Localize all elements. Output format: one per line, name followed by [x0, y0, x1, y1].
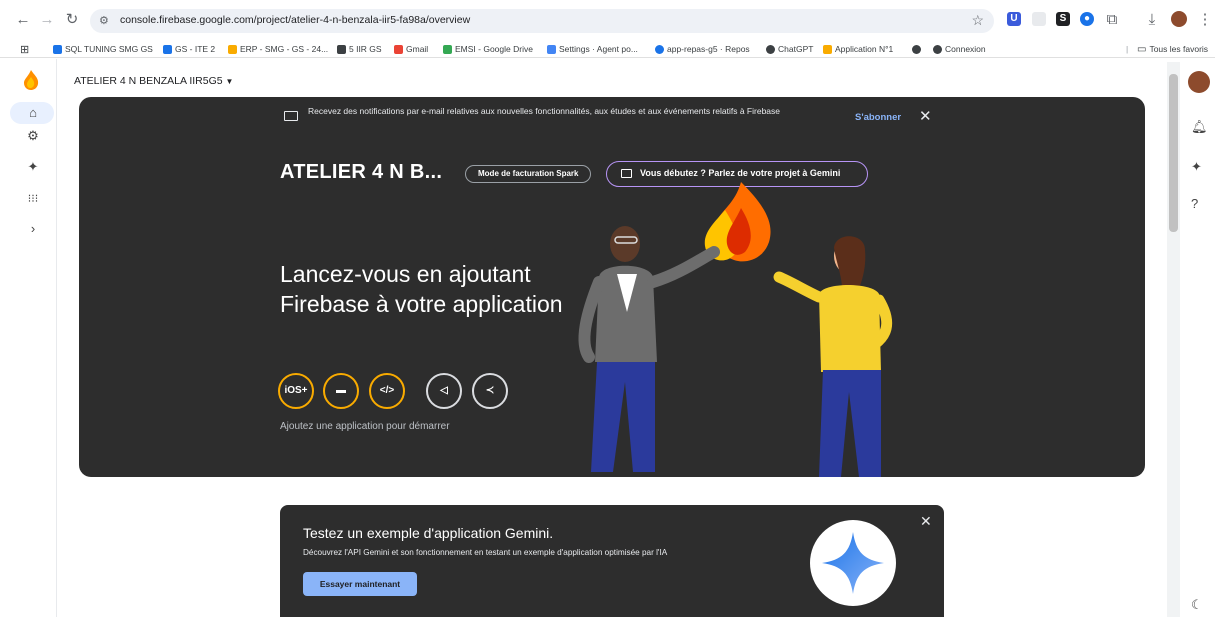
page-scrollbar[interactable]: [1167, 62, 1180, 617]
url-text[interactable]: console.firebase.google.com/project/atel…: [120, 14, 470, 26]
card-description: Découvrez l'API Gemini et son fonctionne…: [303, 548, 668, 557]
apps-grid-icon[interactable]: ⊞: [20, 42, 29, 56]
gemini-sample-app-card: Testez un exemple d'application Gemini. …: [280, 505, 944, 617]
extension-icon[interactable]: [1032, 12, 1046, 26]
home-icon[interactable]: ⌂: [21, 103, 45, 123]
menu-kebab-icon[interactable]: ⋮: [1196, 11, 1214, 29]
separator: |: [1126, 44, 1129, 54]
web-icon[interactable]: </>: [369, 373, 405, 409]
hero-banner: Recevez des notifications par e-mail rel…: [79, 97, 1145, 477]
profile-avatar[interactable]: [1171, 11, 1187, 27]
console-right-rail: 🔔︎ ✦ ? ☾: [1180, 59, 1215, 617]
card-title: Testez un exemple d'application Gemini.: [303, 525, 554, 541]
man-illustration: [578, 226, 720, 472]
close-icon[interactable]: ✕: [920, 513, 932, 530]
gemini-star-icon: [822, 532, 884, 594]
bookmark-item[interactable]: SQL TUNING SMG GS: [53, 42, 153, 56]
bookmark-item[interactable]: Connexion: [933, 42, 986, 56]
folder-icon: ▭: [1137, 43, 1147, 55]
back-arrow-icon[interactable]: ←: [14, 11, 32, 29]
gemini-sparkle-icon[interactable]: ✦: [21, 157, 45, 177]
bookmark-item[interactable]: [912, 42, 924, 56]
bookmark-item[interactable]: Application N°1: [823, 42, 893, 56]
notifications-bell-icon[interactable]: 🔔︎: [1191, 119, 1208, 135]
settings-gear-icon[interactable]: ⚙: [21, 126, 45, 146]
billing-plan-chip[interactable]: Mode de facturation Spark: [465, 165, 592, 183]
download-icon[interactable]: ⤓: [1143, 11, 1161, 29]
project-title: ATELIER 4 N B...: [280, 161, 443, 183]
woman-illustration: [773, 236, 893, 477]
unity-icon[interactable]: ◁: [426, 373, 462, 409]
subscribe-link[interactable]: S'abonner: [855, 112, 901, 123]
expand-chevron-icon[interactable]: ›: [21, 219, 45, 239]
s-extension-icon[interactable]: S: [1056, 12, 1070, 26]
browser-toolbar: ← → ↻ ⚙ console.firebase.google.com/proj…: [0, 0, 1215, 40]
project-selector[interactable]: ATELIER 4 N BENZALA IIR5G5 ▼: [74, 75, 233, 87]
bookmark-item[interactable]: ChatGPT: [766, 42, 813, 56]
flutter-icon[interactable]: ≺: [472, 373, 508, 409]
ios-icon[interactable]: iOS+: [278, 373, 314, 409]
bookmark-item[interactable]: 5 IIR GS: [337, 42, 382, 56]
mail-icon: [284, 111, 298, 121]
try-now-button[interactable]: Essayer maintenant: [303, 572, 417, 596]
circle-extension-icon[interactable]: ●: [1080, 12, 1094, 26]
bookmark-item[interactable]: Settings · Agent po...: [547, 42, 638, 56]
products-grid-icon[interactable]: ⁝⁝⁝: [21, 189, 45, 209]
android-icon[interactable]: ▬: [323, 373, 359, 409]
account-avatar[interactable]: [1188, 71, 1210, 93]
close-icon[interactable]: ✕: [919, 107, 932, 125]
console-topbar: ATELIER 4 N BENZALA IIR5G5 ▼: [57, 59, 1167, 97]
bookmark-item[interactable]: GS - ITE 2: [163, 42, 215, 56]
bookmarks-bar: ⊞ SQL TUNING SMG GS GS - ITE 2 ERP - SMG…: [0, 40, 1215, 58]
notification-text: Recevez des notifications par e-mail rel…: [308, 106, 781, 116]
email-notification-banner: Recevez des notifications par e-mail rel…: [284, 105, 844, 141]
site-info-icon[interactable]: ⚙: [99, 14, 109, 27]
bookmark-star-icon[interactable]: ☆: [971, 12, 984, 29]
scrollbar-thumb[interactable]: [1169, 74, 1178, 232]
help-icon[interactable]: ?: [1191, 196, 1198, 211]
bookmark-item[interactable]: app-repas-g5 · Repos: [655, 42, 750, 56]
puzzle-extensions-icon[interactable]: ⧉: [1103, 11, 1121, 29]
bookmark-item[interactable]: EMSI - Google Drive: [443, 42, 533, 56]
forward-arrow-icon[interactable]: →: [38, 11, 56, 29]
chat-spark-icon: [621, 169, 632, 178]
reload-icon[interactable]: ↻: [63, 11, 81, 29]
gemini-sparkle-icon[interactable]: ✦: [1191, 159, 1202, 175]
all-bookmarks-folder[interactable]: ▭ Tous les favoris: [1137, 42, 1208, 56]
gemini-logo-badge: [810, 520, 896, 606]
shield-extension-icon[interactable]: U: [1007, 12, 1021, 26]
bookmark-item[interactable]: ERP - SMG - GS - 24...: [228, 42, 328, 56]
chevron-down-icon: ▼: [225, 77, 234, 86]
firebase-logo-icon[interactable]: [22, 69, 40, 96]
dark-mode-moon-icon[interactable]: ☾: [1191, 597, 1203, 613]
address-bar[interactable]: ⚙ console.firebase.google.com/project/at…: [90, 9, 994, 33]
hero-illustration: [578, 182, 893, 477]
add-app-hint: Ajoutez une application pour démarrer: [280, 421, 450, 432]
bookmark-item[interactable]: Gmail: [394, 42, 428, 56]
